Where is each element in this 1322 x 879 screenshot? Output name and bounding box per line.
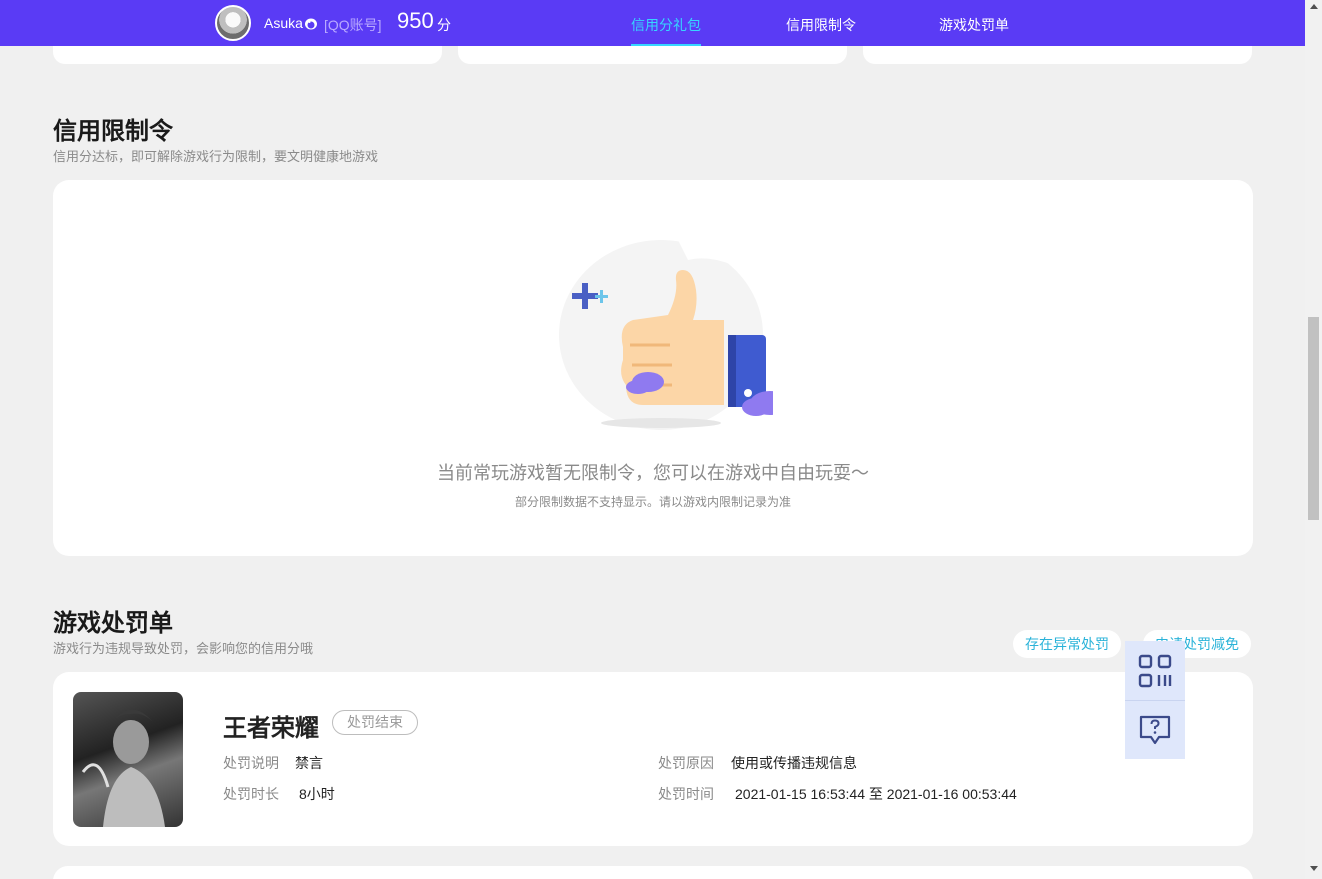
- credit-score-unit: 分: [437, 17, 451, 33]
- page-scrollbar[interactable]: [1305, 0, 1322, 879]
- penalty-desc-label: 处罚说明: [223, 755, 279, 771]
- game-thumbnail: [73, 692, 183, 827]
- qrcode-button[interactable]: [1125, 641, 1185, 700]
- game-character-icon: [81, 709, 165, 827]
- game-name: 王者荣耀: [223, 715, 319, 742]
- help-feedback-button[interactable]: [1125, 700, 1185, 759]
- penalty-time-label: 处罚时间: [658, 786, 714, 802]
- penalty-record-card: [53, 866, 1253, 879]
- scroll-down-arrow-icon[interactable]: [1310, 866, 1318, 871]
- empty-state-message: 当前常玩游戏暂无限制令，您可以在游戏中自由玩耍～: [437, 463, 869, 483]
- scrollbar-thumb[interactable]: [1308, 317, 1319, 520]
- status-badge: 处罚结束: [332, 710, 418, 735]
- penalty-reason-label: 处罚原因: [658, 755, 714, 771]
- penalty-section-subtitle: 游戏行为违规导致处罚，会影响您的信用分哦: [53, 641, 314, 656]
- help-feedback-icon: [1139, 715, 1171, 745]
- credit-score-value: 950: [397, 8, 434, 33]
- penalty-time-value: 2021-01-15 16:53:44 至 2021-01-16 00:53:4…: [735, 786, 1017, 802]
- penalty-reason-value: 使用或传播违规信息: [731, 755, 857, 771]
- thumbs-up-illustration-icon: [559, 239, 773, 430]
- top-nav-bar: Asuka [QQ账号] 950 分 信用分礼包 信用限制令 游戏处罚单: [0, 0, 1305, 46]
- restriction-panel: 当前常玩游戏暂无限制令，您可以在游戏中自由玩耍～ 部分限制数据不支持显示。请以游…: [53, 180, 1253, 556]
- qq-penguin-icon: [305, 18, 317, 30]
- restriction-section-subtitle: 信用分达标，即可解除游戏行为限制，要文明健康地游戏: [53, 149, 379, 164]
- penalty-duration-value: 8小时: [299, 786, 335, 802]
- scroll-up-arrow-icon[interactable]: [1310, 4, 1318, 9]
- penalty-duration-label: 处罚时长: [223, 786, 279, 802]
- penalty-desc-value: 禁言: [295, 755, 323, 771]
- penalty-record-card: 王者荣耀 处罚结束 处罚说明 禁言 处罚时长 8小时 处罚原因 使用或传播违规信…: [53, 672, 1253, 846]
- account-type-tag: [QQ账号]: [324, 17, 382, 33]
- abnormal-penalty-link[interactable]: 存在异常处罚: [1013, 630, 1121, 658]
- avatar[interactable]: [215, 5, 251, 41]
- empty-state-note: 部分限制数据不支持显示。请以游戏内限制记录为准: [514, 495, 791, 509]
- floating-toolbar: [1125, 641, 1185, 759]
- penalty-section-title: 游戏处罚单: [53, 610, 173, 637]
- tab-game-penalty[interactable]: 游戏处罚单: [939, 15, 1009, 46]
- qrcode-icon: [1138, 654, 1172, 687]
- restriction-section-title: 信用限制令: [53, 118, 173, 145]
- tab-credit-restriction[interactable]: 信用限制令: [786, 15, 856, 46]
- username: Asuka: [264, 15, 303, 31]
- tab-credit-gift[interactable]: 信用分礼包: [631, 15, 701, 46]
